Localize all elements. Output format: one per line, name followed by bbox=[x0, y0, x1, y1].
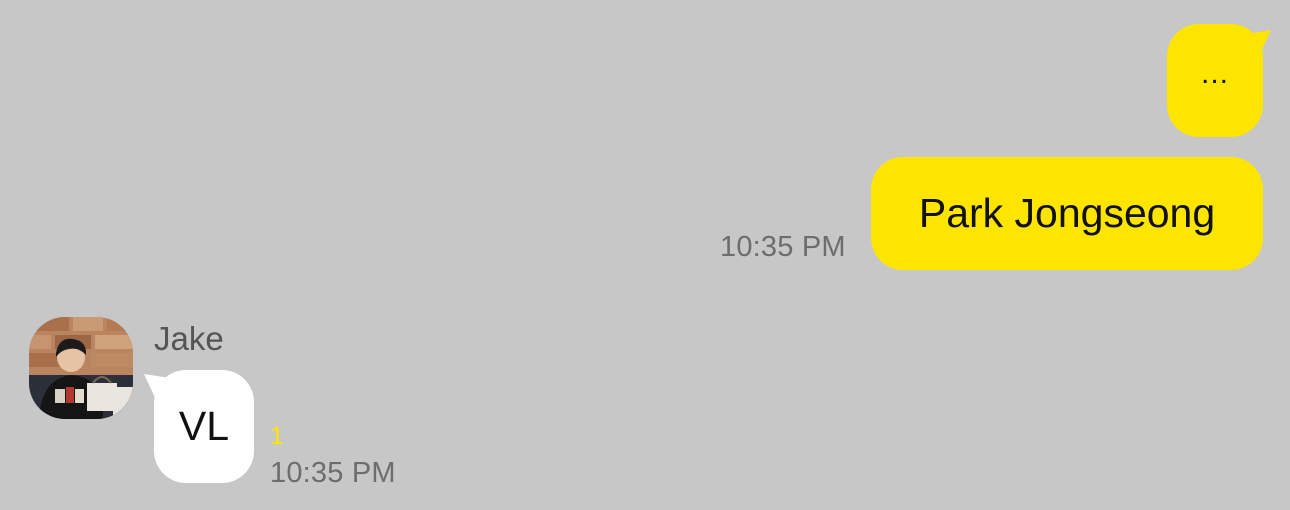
unread-count: 1 bbox=[270, 422, 284, 450]
sent-message-bubble[interactable]: ... bbox=[1167, 24, 1271, 137]
bubble-tail bbox=[1247, 30, 1271, 60]
received-message-text: VL bbox=[178, 403, 230, 449]
received-message-bubble[interactable]: VL bbox=[144, 370, 254, 483]
sent-message-text: ... bbox=[1200, 56, 1229, 90]
bubble-tail bbox=[144, 374, 170, 404]
avatar[interactable] bbox=[29, 317, 133, 419]
profile-photo-icon bbox=[29, 317, 133, 419]
message-timestamp: 10:35 PM bbox=[270, 457, 396, 489]
sent-message-text: Park Jongseong bbox=[918, 190, 1216, 236]
message-timestamp: 10:35 PM bbox=[720, 231, 846, 263]
sender-name: Jake bbox=[154, 320, 224, 357]
sent-message-bubble[interactable]: Park Jongseong bbox=[871, 157, 1263, 270]
